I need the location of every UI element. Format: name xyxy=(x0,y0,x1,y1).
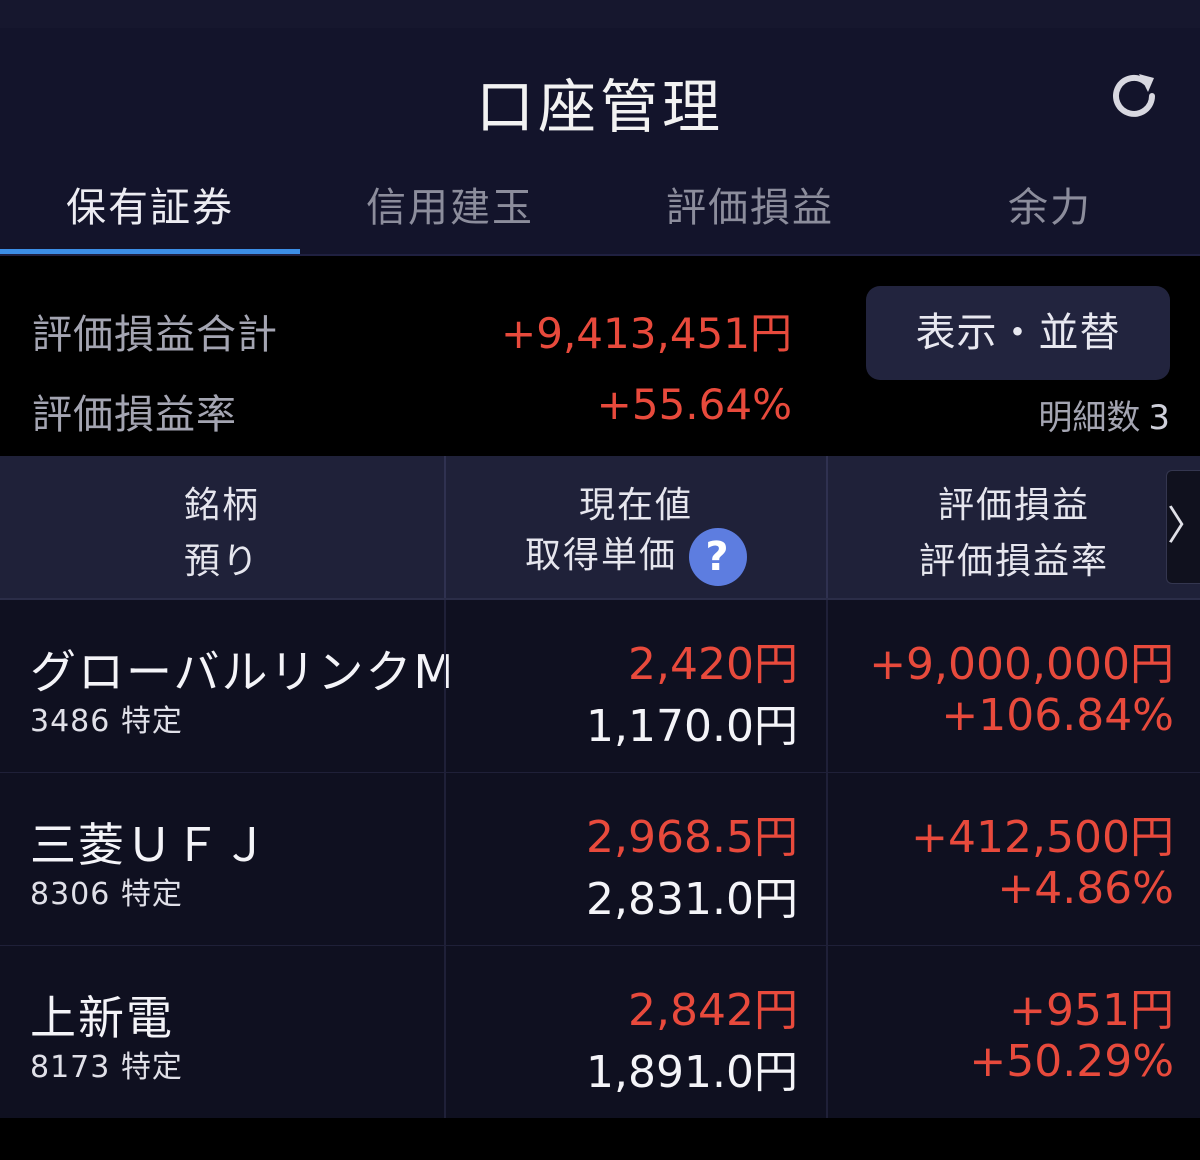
profit-loss: +951円 xyxy=(1009,985,1174,1036)
header-col-pl[interactable]: 評価損益 評価損益率 xyxy=(828,456,1200,598)
cost-price: 2,831.0円 xyxy=(586,874,798,925)
item-count-label: 明細数 xyxy=(1038,398,1141,438)
header-cost-label: 取得単価 xyxy=(524,535,677,576)
page-title: 口座管理 xyxy=(475,73,724,141)
profit-loss-rate: +4.86% xyxy=(997,863,1174,914)
stock-name: グローバルリンクM xyxy=(30,645,456,699)
tab-holdings[interactable]: 保有証券 xyxy=(0,170,300,254)
header-col-price[interactable]: 現在値 取得単価? xyxy=(446,456,826,598)
column-divider xyxy=(826,600,828,1118)
table-row[interactable]: グローバルリンクM 3486 特定 2,420円 1,170.0円 +9,000… xyxy=(0,600,1200,774)
tab-margin-positions[interactable]: 信用建玉 xyxy=(300,170,600,254)
profit-loss: +412,500円 xyxy=(911,812,1174,863)
header-custody-label: 預り xyxy=(183,541,260,582)
refresh-icon[interactable] xyxy=(1106,68,1162,124)
status-strip xyxy=(0,0,1200,28)
cost-price: 1,891.0円 xyxy=(586,1047,798,1098)
profit-loss: +9,000,000円 xyxy=(869,639,1174,690)
tab-bar: 保有証券 信用建玉 評価損益 余力 xyxy=(0,170,1200,254)
current-price: 2,420円 xyxy=(628,639,798,690)
table-row[interactable]: 上新電 8173 特定 2,842円 1,891.0円 +951円 +50.29… xyxy=(0,946,1200,1120)
pl-rate-label: 評価損益率 xyxy=(32,392,237,438)
table-header: 銘柄 預り 現在値 取得単価? 評価損益 評価損益率 xyxy=(0,456,1200,600)
stock-code: 3486 特定 xyxy=(30,704,183,739)
item-count: 明細数 3 xyxy=(1038,390,1170,439)
header-col-stock[interactable]: 銘柄 預り xyxy=(0,456,444,598)
help-icon[interactable]: ? xyxy=(689,528,747,586)
item-count-value: 3 xyxy=(1148,398,1170,438)
stock-name: 三菱ＵＦＪ xyxy=(30,818,270,872)
table-row[interactable]: 三菱ＵＦＪ 8306 特定 2,968.5円 2,831.0円 +412,500… xyxy=(0,773,1200,947)
footer-bar xyxy=(0,1118,1200,1160)
profit-loss-rate: +50.29% xyxy=(969,1036,1174,1087)
column-divider xyxy=(444,600,446,1118)
current-price: 2,968.5円 xyxy=(586,812,798,863)
stock-code: 8173 特定 xyxy=(30,1050,183,1085)
pl-rate-value: +55.64% xyxy=(596,380,792,429)
profit-loss-rate: +106.84% xyxy=(941,690,1174,741)
current-price: 2,842円 xyxy=(628,985,798,1036)
cost-price: 1,170.0円 xyxy=(586,701,798,752)
header-current-price-label: 現在値 xyxy=(578,485,693,526)
header-pl-label: 評価損益 xyxy=(937,485,1090,526)
header-cost-row: 取得単価? xyxy=(446,526,826,586)
summary-panel: 評価損益合計 +9,413,451円 評価損益率 +55.64% 表示・並替 明… xyxy=(0,256,1200,456)
refresh-icon-glyph xyxy=(1113,74,1155,117)
header-stock-label: 銘柄 xyxy=(183,485,260,526)
display-sort-button[interactable]: 表示・並替 xyxy=(866,286,1170,380)
total-pl-value: +9,413,451円 xyxy=(501,309,792,358)
stock-code: 8306 特定 xyxy=(30,877,183,912)
chevron-right-icon[interactable]: 〉 xyxy=(1166,470,1200,584)
tab-buying-power[interactable]: 余力 xyxy=(900,170,1200,254)
total-pl-label: 評価損益合計 xyxy=(32,312,278,358)
tab-profit-loss[interactable]: 評価損益 xyxy=(600,170,900,254)
stock-name: 上新電 xyxy=(30,991,174,1045)
header-pl-rate-label: 評価損益率 xyxy=(918,541,1109,582)
